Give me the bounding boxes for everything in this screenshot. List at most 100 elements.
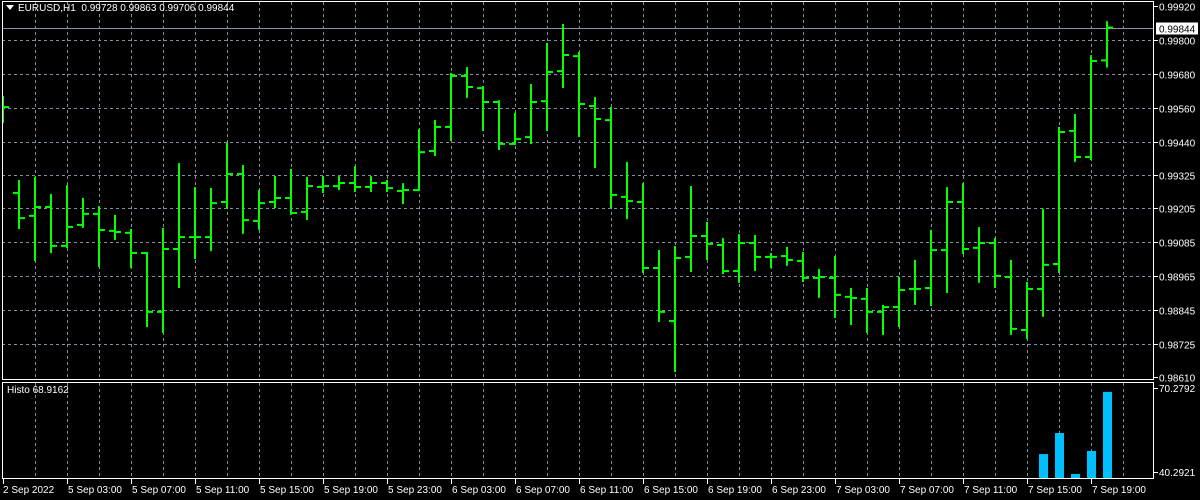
ohlc-bar (317, 176, 329, 194)
histogram-bar (1055, 433, 1064, 479)
time-axis: 2 Sep 2022 5 Sep 03:00 5 Sep 07:00 5 Sep 11… (3, 479, 1146, 496)
price-tick-label: 0.99440 (1159, 139, 1196, 150)
ohlc-bar (557, 23, 569, 88)
time-tick-label: 5 Sep 15:00 (260, 485, 314, 496)
ohlc-bar (13, 180, 25, 230)
price-axis: 0.99920 0.99800 0.99680 0.99560 0.99440 0.993… (1154, 3, 1196, 385)
ohlc-bar (365, 176, 377, 192)
ohlc-bar (45, 193, 57, 254)
ohlc-bar (541, 42, 553, 132)
price-tick-label: 0.99560 (1159, 105, 1196, 116)
ohlc-bar (781, 246, 793, 266)
chart-title: EURUSD,H1 0.99728 0.99863 0.99706 0.9984… (6, 3, 234, 14)
ohlc-bar (605, 106, 617, 209)
ohlc-bar (733, 234, 745, 283)
time-tick-label: 6 Sep 23:00 (772, 485, 826, 496)
time-tick-label: 7 Sep 15:00 (1028, 485, 1082, 496)
histogram-bar (1103, 391, 1112, 479)
price-tick-label: 0.99085 (1159, 239, 1196, 250)
ohlc-bar (349, 166, 361, 192)
price-tick-label: 0.98845 (1159, 307, 1196, 318)
time-tick-label: 6 Sep 19:00 (708, 485, 762, 496)
price-tick-label: 0.98965 (1159, 273, 1196, 284)
ohlc-bar (445, 72, 457, 141)
ohlc-bar (173, 163, 185, 288)
ohlc-bar (877, 304, 889, 335)
ohlc-bar (845, 287, 857, 326)
current-price-label: 0.99844 (1156, 22, 1198, 36)
ohlc-bar (381, 180, 393, 192)
price-tick-label: 0.98610 (1159, 374, 1196, 385)
indicator-axis: 70.2792 40.2921 (1154, 384, 1196, 479)
ohlc-bar (77, 197, 89, 228)
ohlc-bar (141, 251, 153, 328)
time-tick-label: 6 Sep 15:00 (644, 485, 698, 496)
ohlc-bar (525, 84, 537, 145)
indicator-pane-border (2, 382, 1154, 479)
time-tick-label: 6 Sep 11:00 (580, 485, 634, 496)
ohlc-bar (125, 229, 137, 269)
indicator-title: Histo 68.9162 (7, 385, 69, 396)
ohlc-bar (1085, 55, 1097, 160)
indicator-tick-label: 40.2921 (1159, 468, 1196, 479)
ohlc-bar (669, 246, 681, 373)
ohlc-bar (797, 251, 809, 282)
symbol-timeframe: EURUSD,H1 (18, 3, 76, 14)
ohlc-bar (589, 97, 601, 169)
ohlc-bar (653, 249, 665, 322)
ohlc-values: 0.99728 0.99863 0.99706 0.99844 (81, 3, 235, 14)
price-tick-label: 0.99325 (1159, 172, 1196, 183)
ohlc-bar (397, 183, 409, 205)
ohlc-bar (621, 161, 633, 220)
ohlc-bar (29, 176, 41, 262)
indicator-tick-label: 70.2792 (1159, 384, 1196, 395)
price-tick-label: 0.99205 (1159, 205, 1196, 216)
ohlc-bar (413, 129, 425, 192)
ohlc-bar (189, 187, 201, 260)
ohlc-bar (253, 189, 265, 230)
price-chart[interactable]: 0.99920 0.99800 0.99680 0.99560 0.99440 0.993… (0, 0, 1200, 500)
time-tick-label: 5 Sep 19:00 (324, 485, 378, 496)
ohlc-bar (973, 227, 985, 283)
ohlc-bar (893, 276, 905, 328)
time-tick-label: 7 Sep 03:00 (836, 485, 890, 496)
dropdown-triangle-icon[interactable] (6, 5, 14, 10)
ohlc-bar (429, 119, 441, 156)
ohlc-bar (1069, 114, 1081, 162)
ohlc-bar (109, 214, 121, 241)
ohlc-bars (2, 21, 1113, 373)
ohlc-bar (333, 176, 345, 190)
ohlc-bar (717, 238, 729, 275)
ohlc-bar (1005, 259, 1017, 335)
time-tick-label: 6 Sep 03:00 (452, 485, 506, 496)
ohlc-bar (765, 253, 777, 269)
ohlc-bar (301, 176, 313, 220)
ohlc-bar (957, 183, 969, 254)
ohlc-bar (989, 238, 1001, 288)
ohlc-bar (685, 185, 697, 273)
svg-text:0.99844: 0.99844 (1159, 25, 1196, 36)
ohlc-bar (93, 206, 105, 267)
ohlc-bar (1053, 127, 1065, 273)
ohlc-bar (829, 255, 841, 318)
histogram-bar (1039, 454, 1048, 479)
ohlc-bar (941, 187, 953, 294)
ohlc-bar (701, 221, 713, 260)
ohlc-bar (509, 112, 521, 145)
time-tick-label: 2 Sep 2022 (3, 485, 55, 496)
time-tick-label: 7 Sep 07:00 (900, 485, 954, 496)
time-tick-label: 5 Sep 07:00 (132, 485, 186, 496)
time-tick-label: 5 Sep 03:00 (68, 485, 122, 496)
ohlc-bar (637, 183, 649, 273)
time-tick-label: 5 Sep 11:00 (196, 485, 250, 496)
price-tick-label: 0.98725 (1159, 341, 1196, 352)
ohlc-bar (269, 176, 281, 209)
ohlc-bar (749, 234, 761, 271)
price-tick-label: 0.99920 (1159, 3, 1196, 14)
indicator-value: 68.9162 (32, 385, 69, 396)
ohlc-bar (2, 95, 9, 124)
ohlc-bar (909, 259, 921, 305)
time-tick-label: 7 Sep 11:00 (964, 485, 1018, 496)
ohlc-bar (573, 52, 585, 137)
time-tick-label: 5 Sep 23:00 (388, 485, 442, 496)
